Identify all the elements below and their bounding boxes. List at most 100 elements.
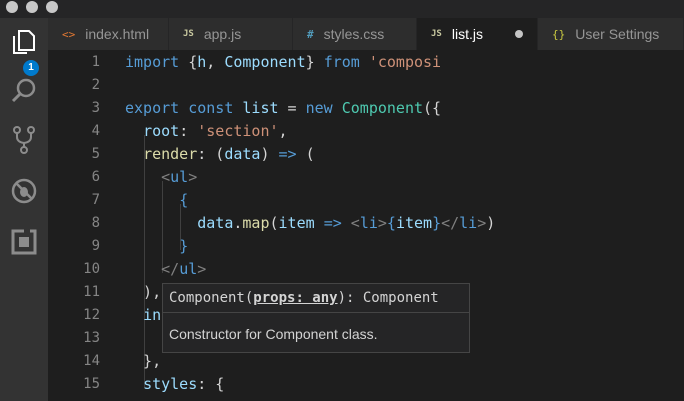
line-number: 10 [83,261,100,277]
title-bar [0,0,684,18]
code-text: data.map(item => <li>{item}</li>) [125,212,495,235]
hover-divider [163,312,469,313]
code-token: 'composi [368,53,442,71]
code-token: } [305,53,324,71]
source-control-button[interactable] [0,118,48,162]
code-token: data [197,214,234,232]
code-line[interactable]: 15 styles: { [48,373,684,396]
code-line[interactable]: 5 render: (data) => ( [48,143,684,166]
code-token: item [278,214,315,232]
code-token: => [323,214,342,232]
code-token: } [179,237,189,255]
debug-icon [11,178,37,204]
code-token: > [197,260,207,278]
unsaved-dot-icon[interactable] [515,30,523,38]
code-token: : ( [197,145,225,163]
search-button[interactable] [0,69,48,113]
search-icon [11,78,36,103]
code-text: <ul> [125,166,197,189]
code-token: < [161,168,171,186]
code-token: Component [224,53,306,71]
tab-label: User Settings [575,26,660,42]
code-token: import [125,53,180,71]
tab-label: styles.css [323,26,385,42]
tab-user-settings[interactable]: {} User Settings [538,18,684,50]
code-token: > [477,214,487,232]
code-line[interactable]: 4 root: 'section', [48,120,684,143]
code-text: render: (data) => ( [125,143,315,166]
tab-label: app.js [203,26,242,42]
code-token: </ [161,260,180,278]
code-token: = [278,99,306,117]
hover-documentation: Constructor for Component class. [169,326,378,342]
line-number: 4 [91,123,100,139]
tab-app-js[interactable]: JS app.js [169,18,293,50]
js-file-icon: JS [431,29,442,39]
code-token: data [224,145,261,163]
code-line[interactable]: 1 import {h, Component} from 'composi [48,51,684,74]
code-text: } [125,235,188,258]
hover-param: props: any [253,290,338,306]
code-text: }, [125,350,161,373]
code-token: in [143,306,162,324]
activity-bar: 1 [0,18,48,401]
explorer-button[interactable] [0,20,48,64]
debug-button[interactable] [0,169,48,213]
maximize-window-icon[interactable] [46,1,58,13]
code-token: > [188,168,198,186]
json-file-icon: {} [552,27,566,41]
code-token: > [377,214,387,232]
code-token: map [242,214,270,232]
code-token: , [206,53,225,71]
tab-list-js[interactable]: JS list.js [417,18,538,50]
code-token: => [278,145,297,163]
close-window-icon[interactable] [6,1,18,13]
code-token: { [386,214,396,232]
extensions-button[interactable] [0,220,48,264]
extensions-icon [11,229,37,255]
editor-tabs: <> index.html JS app.js # styles.css JS … [48,18,684,50]
line-number: 7 [91,192,100,208]
code-text: in [125,304,161,327]
code-token: }, [125,352,162,370]
code-token: ( [296,145,315,163]
code-token: < [350,214,360,232]
hover-signature: Component(props: any): Component [169,290,439,306]
code-token: : [179,122,198,140]
code-token: render [143,145,198,163]
tab-index-html[interactable]: <> index.html [48,18,169,50]
code-line[interactable]: 10 </ul> [48,258,684,281]
code-line[interactable]: 2 [48,74,684,97]
line-number: 8 [91,215,100,231]
code-text: styles: { [125,373,224,396]
code-line[interactable]: 7 { [48,189,684,212]
tab-label: index.html [85,26,150,42]
code-token: ) [486,214,496,232]
code-token: from [323,53,360,71]
code-line[interactable]: 3 export const list = new Component({ [48,97,684,120]
tab-styles-css[interactable]: # styles.css [293,18,417,50]
code-line[interactable]: 8 data.map(item => <li>{item}</li>) [48,212,684,235]
code-token: root [143,122,180,140]
code-token: list [242,99,279,117]
tab-label: list.js [451,26,483,42]
code-text: import {h, Component} from 'composi [125,51,441,74]
code-line[interactable]: 14 }, [48,350,684,373]
code-line[interactable]: 9 } [48,235,684,258]
code-token: li [459,214,478,232]
code-line[interactable]: 6 <ul> [48,166,684,189]
css-file-icon: # [307,27,314,41]
code-token: ), [125,283,162,301]
code-token: Component [341,99,424,117]
line-number: 9 [91,238,100,254]
line-number: 6 [91,169,100,185]
minimize-window-icon[interactable] [26,1,38,13]
line-number: 2 [91,77,100,93]
